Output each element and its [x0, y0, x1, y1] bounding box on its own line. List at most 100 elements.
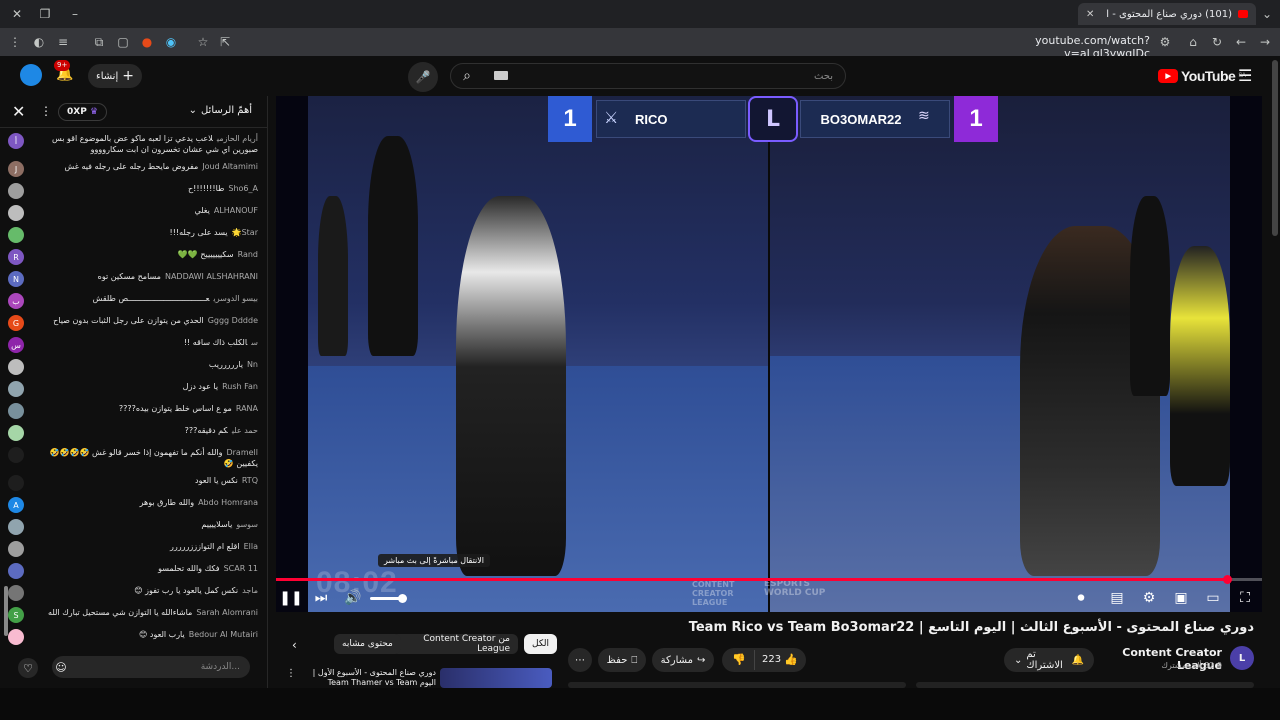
share-page-icon[interactable]: ⇱: [216, 33, 234, 51]
chat-avatar[interactable]: أ: [8, 133, 24, 149]
chat-message[interactable]: SCAR 11 فكك والله تحلمسو: [4, 560, 262, 582]
chat-author[interactable]: Bedour Al Mutairi: [189, 630, 258, 639]
chat-input[interactable]: الدردشة...: [52, 656, 250, 678]
chat-message[interactable]: N NADDAWI ALSHAHRANI مسامح مسكين توه: [4, 268, 262, 290]
chat-avatar[interactable]: [8, 359, 24, 375]
theater-mode-icon[interactable]: ▭: [1202, 587, 1224, 609]
chat-author[interactable]: NADDAWI ALSHAHRANI: [165, 272, 258, 281]
voice-search-icon[interactable]: 🎤: [408, 62, 438, 92]
chat-message[interactable]: حمد علي كم دقيقه???: [4, 422, 262, 444]
chat-message[interactable]: سوسوياسلاييييم: [4, 516, 262, 538]
related-thumbnail[interactable]: [440, 668, 552, 688]
video-player[interactable]: 1 RICO ⚔ L BO3OMAR22 ≋ 1 08:02 CONTENT C…: [276, 96, 1262, 612]
extension-icon-2[interactable]: ≡: [54, 33, 72, 51]
create-button[interactable]: إنشاء +: [88, 64, 142, 88]
tab-search-icon[interactable]: ⌄: [1258, 5, 1276, 23]
chat-avatar[interactable]: N: [8, 271, 24, 287]
chat-avatar[interactable]: A: [8, 497, 24, 513]
like-icon[interactable]: 👍: [784, 653, 798, 666]
extension-icon-3[interactable]: ▢: [114, 33, 132, 51]
chat-avatar[interactable]: [8, 519, 24, 535]
chat-message[interactable]: G Gggg Dddde الحدي من يتوازن على رجل الثبا…: [4, 312, 262, 334]
bookmark-star-icon[interactable]: ☆: [194, 33, 212, 51]
chat-avatar[interactable]: [8, 425, 24, 441]
chat-avatar[interactable]: [8, 183, 24, 199]
chat-author[interactable]: Ella: [244, 542, 258, 551]
window-close-icon[interactable]: ✕: [8, 5, 26, 23]
subscribed-button[interactable]: ⌄ تم الاشتراك 🔔: [1004, 648, 1094, 672]
chat-message[interactable]: A Abdo Homranaوالله طارق بوهر: [4, 494, 262, 516]
chat-avatar[interactable]: [8, 475, 24, 491]
extension-icon-1[interactable]: ◐: [30, 33, 48, 51]
keyboard-icon[interactable]: [494, 71, 508, 80]
miniplayer-icon[interactable]: ▣: [1170, 587, 1192, 609]
reload-icon[interactable]: ↻: [1208, 33, 1226, 51]
chat-avatar[interactable]: G: [8, 315, 24, 331]
chat-message[interactable]: J Joud Altamimiمفروض مايحط رجله على رجله …: [4, 158, 262, 180]
chat-avatar[interactable]: [8, 585, 24, 601]
url-text[interactable]: youtube.com/watch?v=aLql3vwqIDc: [960, 34, 1150, 60]
chat-author[interactable]: Rand: [238, 250, 258, 259]
chat-message[interactable]: Star🌟 يسد على رجله!!!: [4, 224, 262, 246]
back-icon[interactable]: →: [1256, 33, 1274, 51]
forward-icon[interactable]: ←: [1232, 33, 1250, 51]
browser-menu-icon[interactable]: ⋮: [6, 33, 24, 51]
progress-scrubber[interactable]: [1223, 575, 1233, 584]
chat-avatar[interactable]: [8, 563, 24, 579]
related-more-icon[interactable]: ⋮: [286, 668, 296, 679]
chat-message[interactable]: Sho6_Aطا!!!!!!!ح: [4, 180, 262, 202]
chat-filter-dropdown[interactable]: أهمّ الرسائل ⌄: [189, 105, 252, 116]
chat-author[interactable]: ماجد: [242, 586, 258, 595]
browser-tab[interactable]: (101) دوري صناع المحتوى - ا ✕: [1078, 3, 1256, 25]
next-icon[interactable]: ⏭: [310, 587, 332, 609]
channel-avatar[interactable]: L: [1230, 646, 1254, 670]
chat-message-list[interactable]: أ أريام الحازميلاعب يدعي تزا لعبه ماكو عض…: [4, 130, 262, 646]
chat-author[interactable]: Dramell: [226, 448, 258, 457]
window-restore-icon[interactable]: ❐: [36, 5, 54, 23]
chip-from-channel[interactable]: من Content Creator League: [392, 634, 518, 654]
chat-author[interactable]: SCAR 11: [224, 564, 258, 573]
chip-related[interactable]: محتوى مشابه: [334, 634, 401, 654]
youtube-logo[interactable]: ▶ YouTube SA: [1158, 68, 1246, 84]
related-video-title[interactable]: دوري صناع المحتوى - الأسبوع الأول | اليو…: [294, 668, 436, 688]
search-input[interactable]: بحث: [450, 63, 846, 89]
chip-all[interactable]: الكل: [524, 634, 558, 654]
chat-message[interactable]: R Rand سكيييييييح 💚💚: [4, 246, 262, 268]
emoji-icon[interactable]: ☺: [52, 658, 70, 676]
subtitles-icon[interactable]: ▤: [1106, 587, 1128, 609]
chat-avatar[interactable]: ب: [8, 293, 24, 309]
autoplay-toggle-icon[interactable]: ⏺: [1070, 587, 1092, 609]
chat-author[interactable]: RTQ: [242, 476, 258, 485]
chat-avatar[interactable]: [8, 227, 24, 243]
volume-handle[interactable]: [398, 594, 407, 603]
guide-menu-icon[interactable]: ☰: [1238, 66, 1252, 85]
chat-message[interactable]: Ella اقلع ام التوازززررررر: [4, 538, 262, 560]
chat-message[interactable]: S Sarah Alomraniماشاءالله يا التوازن شي م…: [4, 604, 262, 626]
extensions-puzzle-icon[interactable]: ⧉: [90, 33, 108, 51]
chat-author[interactable]: Rush Fan: [222, 382, 258, 391]
search-icon[interactable]: ⌕: [452, 65, 482, 87]
tab-close-icon[interactable]: ✕: [1086, 9, 1094, 20]
dislike-icon[interactable]: 👎: [732, 653, 746, 666]
home-icon[interactable]: ⌂: [1184, 33, 1202, 51]
volume-icon[interactable]: 🔊: [342, 587, 364, 609]
chat-more-icon[interactable]: ⋮: [40, 104, 52, 118]
chat-author[interactable]: RANA: [236, 404, 258, 413]
chat-avatar[interactable]: [8, 541, 24, 557]
chat-avatar[interactable]: س: [8, 337, 24, 353]
chat-avatar[interactable]: J: [8, 161, 24, 177]
chat-avatar[interactable]: [8, 205, 24, 221]
chat-message[interactable]: Dramellوالله أنكم ما تفهمون إذا خسر قالو…: [4, 444, 262, 472]
chat-message[interactable]: ماجدنكس كمل يالعود يا رب تفوز 😊: [4, 582, 262, 604]
page-scrollbar[interactable]: [1272, 60, 1278, 236]
xp-badge[interactable]: 0XP ♛: [58, 103, 108, 121]
chat-avatar[interactable]: S: [8, 607, 24, 623]
pause-icon[interactable]: ❚❚: [279, 587, 302, 609]
account-avatar[interactable]: [20, 64, 42, 86]
chat-avatar[interactable]: [8, 447, 24, 463]
chat-author[interactable]: Sho6_A: [228, 184, 258, 193]
chat-avatar[interactable]: [8, 629, 24, 645]
extension-icon-4[interactable]: ●: [138, 33, 156, 51]
chat-author[interactable]: Sarah Alomrani: [196, 608, 258, 617]
chat-message[interactable]: س سالكلب ذاك ساقه !!: [4, 334, 262, 356]
